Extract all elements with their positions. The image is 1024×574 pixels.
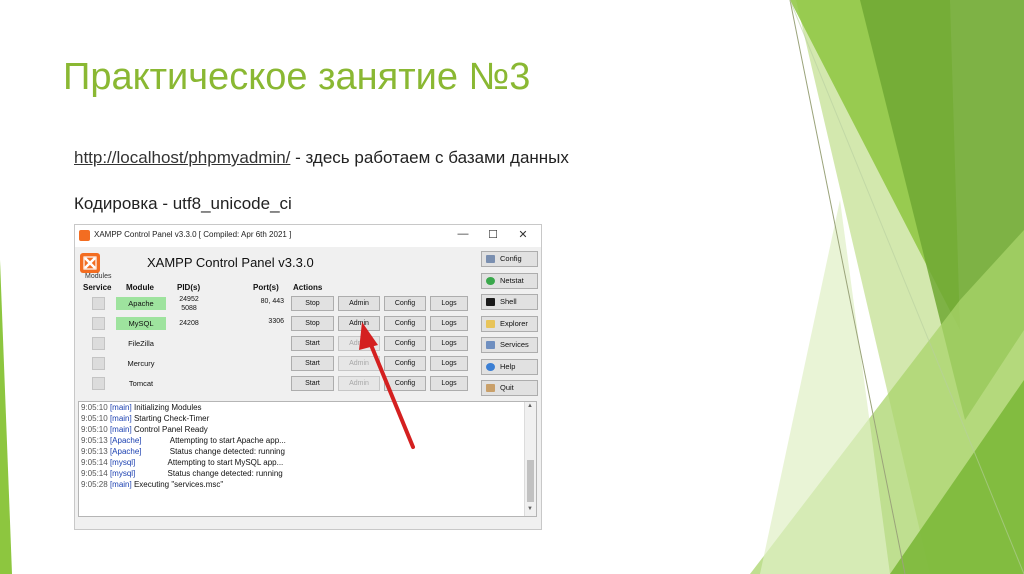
red-arrow-annotation — [359, 322, 415, 449]
slide: Практическое занятие №3 http://localhost… — [0, 0, 1024, 574]
